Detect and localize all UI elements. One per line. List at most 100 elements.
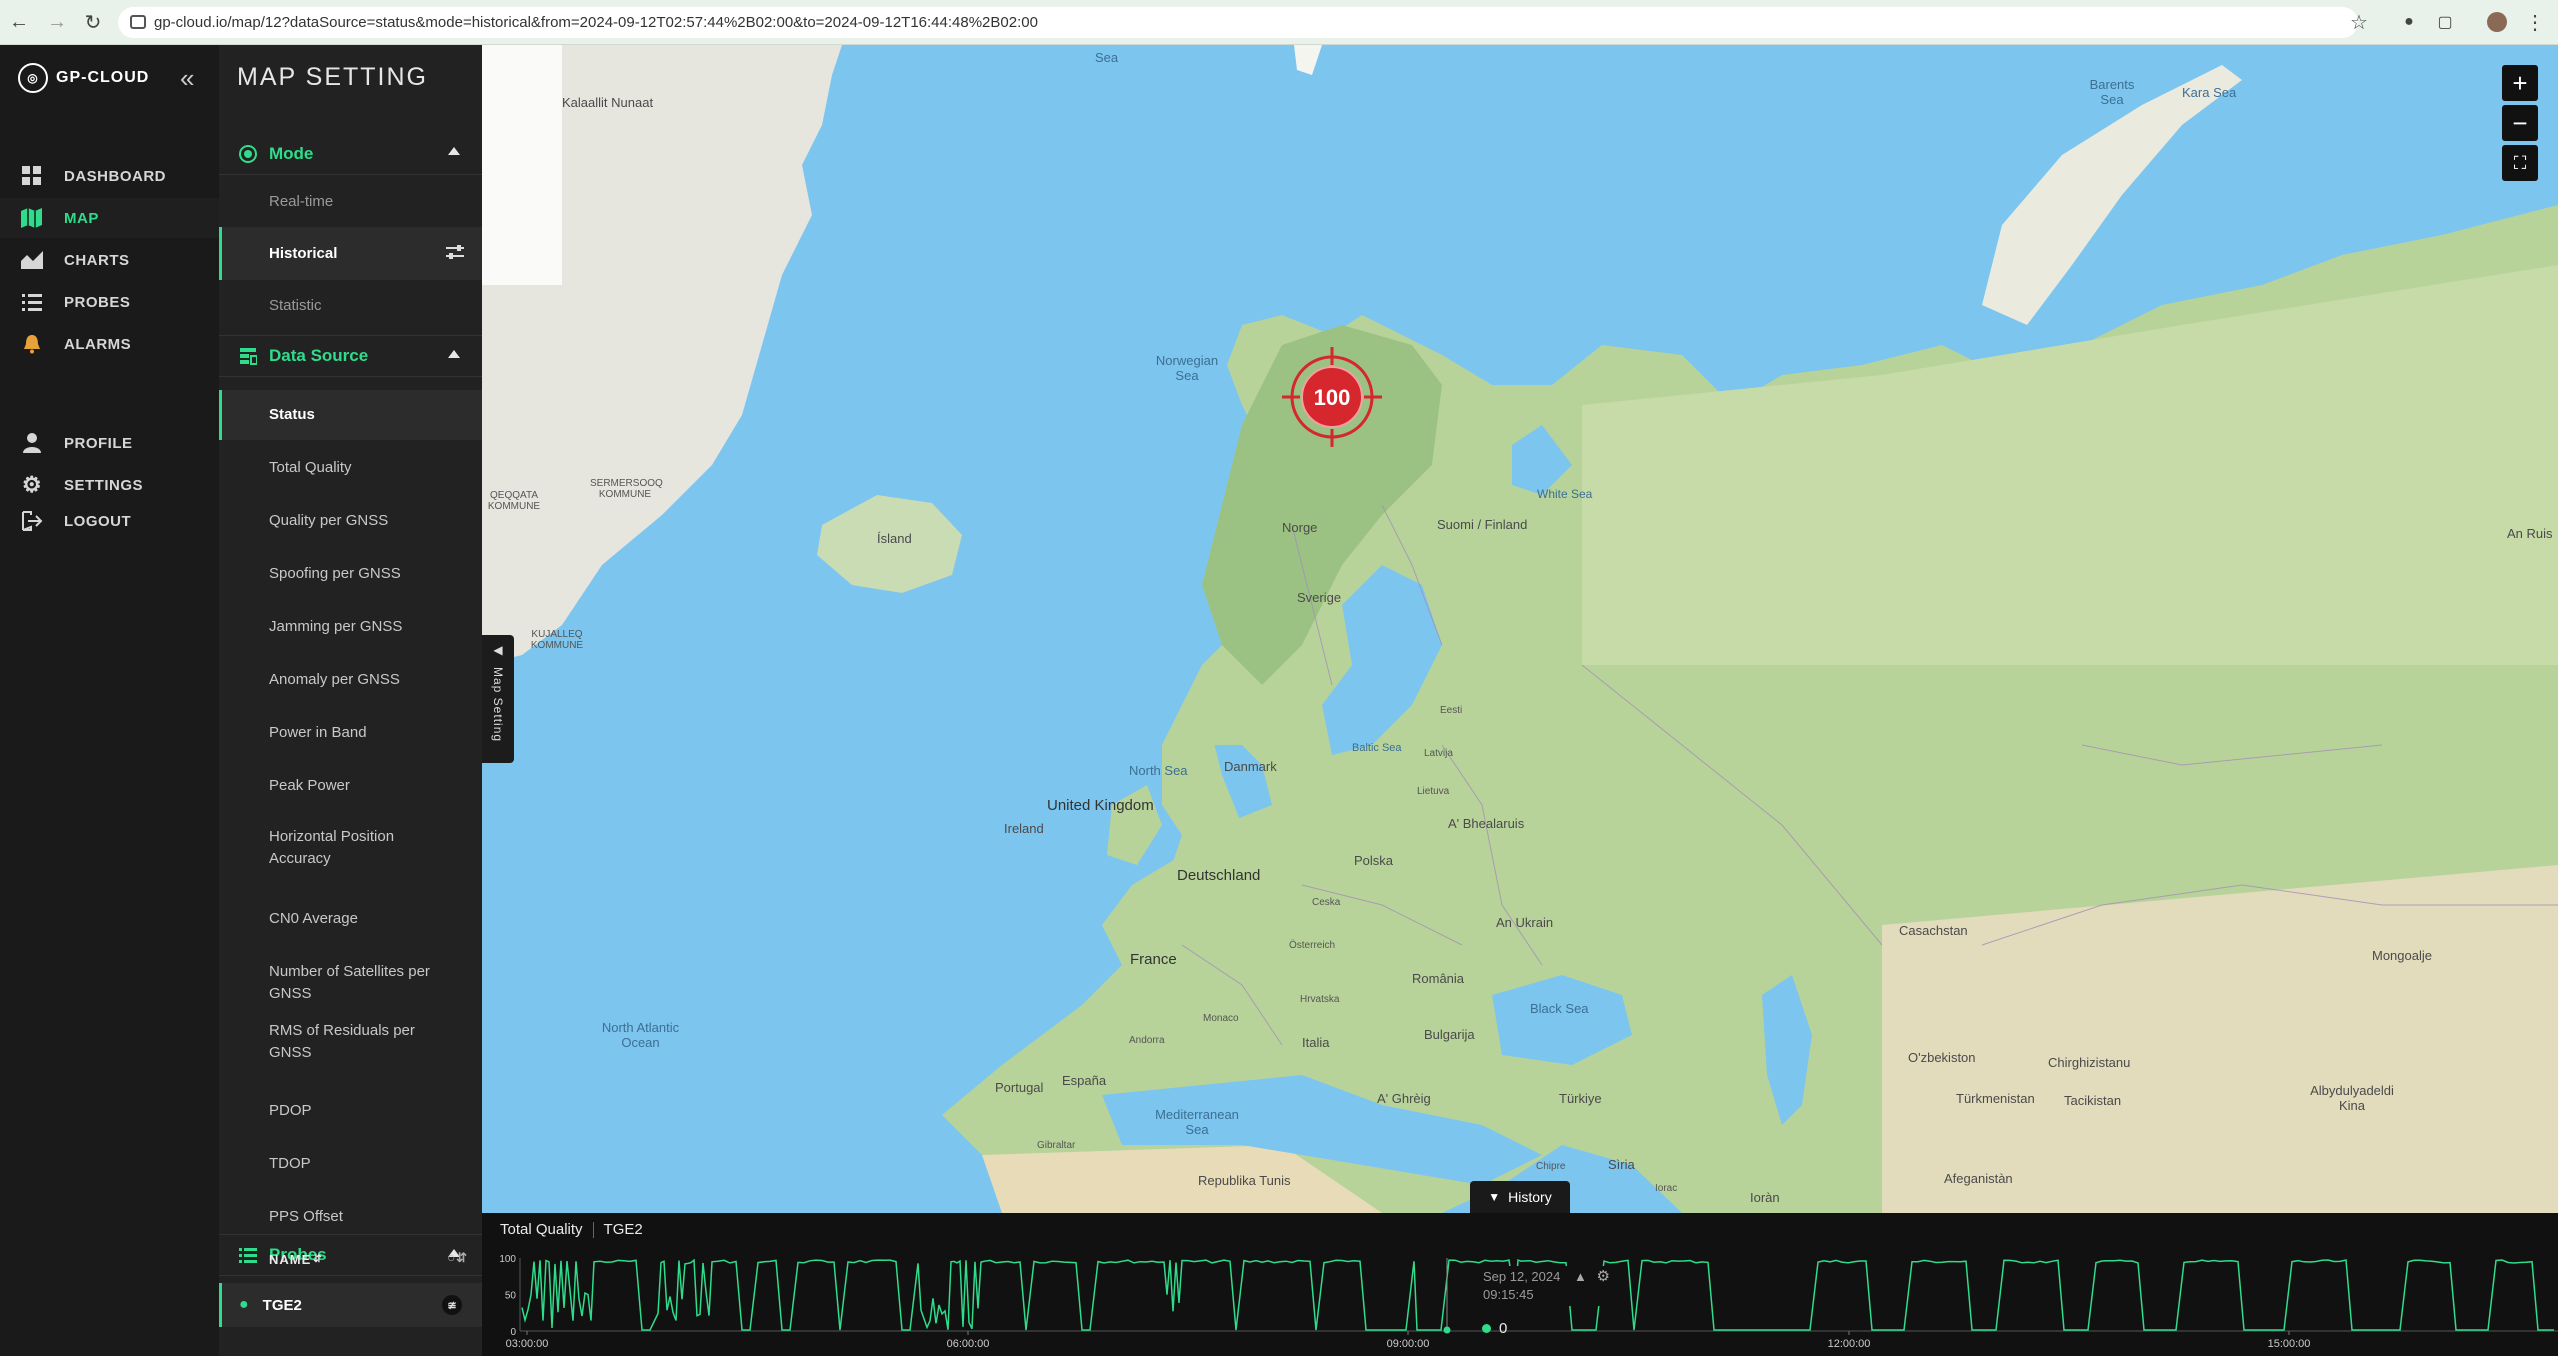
option-label: Power in Band xyxy=(269,724,367,741)
gear-icon: ⚙ xyxy=(21,472,43,497)
nav-item-charts[interactable]: CHARTS xyxy=(0,240,219,280)
datasource-option[interactable]: PDOP xyxy=(219,1086,482,1136)
datasource-option[interactable]: RMS of Residuals per GNSS xyxy=(219,1012,482,1072)
chart-tooltip: Sep 12, 2024 ▲ ⚙ 09:15:45 xyxy=(1479,1266,1614,1306)
mode-option-historical[interactable]: Historical xyxy=(219,227,482,280)
datasource-option[interactable]: Jamming per GNSS xyxy=(219,602,482,652)
app-logo[interactable]: ◎ GP-CLOUD xyxy=(18,63,149,93)
cursor-point xyxy=(1443,1326,1451,1334)
bookmark-star-icon[interactable]: ☆ xyxy=(2344,7,2374,37)
dashboard-icon xyxy=(20,164,44,188)
map-label: An Ruis xyxy=(2507,526,2553,541)
y-tick-label: 100 xyxy=(499,1254,516,1265)
map-label: Deutschland xyxy=(1177,867,1261,884)
reload-icon[interactable]: ↻ xyxy=(78,7,108,37)
chart-type-icon[interactable]: ▲ xyxy=(1574,1269,1587,1284)
x-tick-label: 12:00:00 xyxy=(1828,1338,1871,1350)
option-label: PDOP xyxy=(269,1102,312,1119)
collapse-caret-icon[interactable] xyxy=(448,350,460,358)
datasource-option[interactable]: Number of Satellites per GNSS xyxy=(219,953,482,1013)
probe-list-item[interactable]: ● TGE2 ≇ xyxy=(219,1283,482,1327)
map-label: Barents Sea xyxy=(2089,77,2135,107)
logo-mark-icon: ◎ xyxy=(18,63,48,93)
datasource-option[interactable]: Anomaly per GNSS xyxy=(219,655,482,705)
datasource-option[interactable]: Quality per GNSS xyxy=(219,496,482,546)
gear-icon[interactable]: ⚙ xyxy=(1596,1268,1609,1285)
nav-item-settings[interactable]: ⚙ SETTINGS xyxy=(0,465,219,505)
datasource-option[interactable]: Power in Band xyxy=(219,708,482,758)
map-label: Italia xyxy=(1302,1035,1330,1050)
option-label: Number of Satellites per GNSS xyxy=(269,963,430,1002)
nav-item-map[interactable]: MAP xyxy=(0,198,219,238)
map-label: North Sea xyxy=(1129,763,1188,778)
mode-option-realtime[interactable]: Real-time xyxy=(219,177,482,227)
tooltip-date: Sep 12, 2024 xyxy=(1483,1269,1561,1284)
section-mode-header[interactable]: Mode xyxy=(219,133,482,175)
fullscreen-button[interactable]: ⛶ xyxy=(2502,145,2538,181)
sliders-icon[interactable] xyxy=(446,244,464,267)
map-label: Bulgarija xyxy=(1424,1027,1475,1042)
section-datasource-header[interactable]: Data Source xyxy=(219,335,482,377)
map-label: France xyxy=(1130,951,1177,968)
map-label: Türkmenistan xyxy=(1956,1091,2035,1106)
probe-name: TGE2 xyxy=(262,1296,302,1314)
datasource-option[interactable]: Horizontal Position Accuracy xyxy=(219,818,482,878)
option-label: Jamming per GNSS xyxy=(269,618,403,635)
datasource-option[interactable]: Spoofing per GNSS xyxy=(219,549,482,599)
collapse-sidebar-icon[interactable]: « xyxy=(180,63,194,94)
map-label: Norwegian Sea xyxy=(1155,353,1219,383)
back-icon[interactable]: ← xyxy=(4,7,34,37)
map-label: Kalaallit Nunaat xyxy=(562,95,654,110)
tab-label: Map Setting xyxy=(491,667,505,743)
nav-label: PROFILE xyxy=(64,434,133,452)
status-sort-icon[interactable]: ○⇵ xyxy=(447,1250,468,1266)
more-menu-icon[interactable]: ⋮ xyxy=(2520,7,2550,37)
option-label: Status xyxy=(269,406,315,423)
extensions-icon[interactable]: ▢ xyxy=(2430,7,2460,37)
probes-column-header[interactable]: NAME ⇵ ○⇵ xyxy=(219,1237,482,1282)
map-label: Afeganistàn xyxy=(1944,1171,2013,1186)
map-label: QEQQATA KOMMUNE xyxy=(487,490,541,512)
datasource-option[interactable]: CN0 Average xyxy=(219,896,482,942)
map-canvas[interactable]: Kalaallit Nunaat Barents Sea Kara Sea No… xyxy=(482,45,2558,1213)
collapse-caret-icon[interactable] xyxy=(448,147,460,155)
nav-label: LOGOUT xyxy=(64,512,132,530)
map-label: Sverige xyxy=(1297,590,1342,605)
map-label: White Sea xyxy=(1537,487,1593,501)
nav-item-logout[interactable]: LOGOUT xyxy=(0,501,219,541)
datasource-option[interactable]: Total Quality xyxy=(219,443,482,493)
zoom-out-button[interactable]: − xyxy=(2502,105,2538,141)
microphone-icon[interactable]: ● xyxy=(2394,7,2424,37)
option-label: Statistic xyxy=(269,297,322,314)
divider xyxy=(592,1221,594,1238)
zoom-in-button[interactable]: + xyxy=(2502,65,2538,101)
history-toggle-button[interactable]: ▼ History xyxy=(1470,1181,1570,1213)
nav-item-dashboard[interactable]: DASHBOARD xyxy=(0,156,219,196)
map-label: SERMERSOOQ KOMMUNE xyxy=(590,478,663,500)
forward-icon[interactable]: → xyxy=(42,7,72,37)
map-label: Lietuva xyxy=(1417,786,1450,797)
datasource-option[interactable]: Peak Power xyxy=(219,761,482,811)
probe-marker[interactable]: 100 xyxy=(1282,347,1382,447)
option-label: Quality per GNSS xyxy=(269,512,389,529)
section-label: Mode xyxy=(269,143,314,163)
map-label: Andorra xyxy=(1129,1035,1165,1046)
map-label: O'zbekiston xyxy=(1908,1050,1976,1065)
sort-icon[interactable]: ⇵ xyxy=(313,1254,322,1265)
nav-item-alarms[interactable]: ALARMS xyxy=(0,324,219,364)
section-label: Data Source xyxy=(269,346,369,365)
map-controls: + − ⛶ xyxy=(2502,65,2538,181)
map-setting-toggle-tab[interactable]: ◀ Map Setting xyxy=(482,635,514,763)
series-dot xyxy=(1482,1324,1491,1333)
profile-avatar[interactable] xyxy=(2482,7,2512,37)
map-label: Iorac xyxy=(1655,1183,1678,1194)
nav-item-probes[interactable]: PROBES xyxy=(0,282,219,322)
datasource-option-status[interactable]: Status xyxy=(219,390,482,440)
logo-text: GP-CLOUD xyxy=(56,69,150,86)
site-info-icon[interactable] xyxy=(130,15,146,29)
chart-probe-label: TGE2 xyxy=(603,1221,643,1238)
nav-item-profile[interactable]: PROFILE xyxy=(0,423,219,463)
address-bar[interactable]: gp-cloud.io/map/12?dataSource=status&mod… xyxy=(118,7,2358,38)
datasource-option[interactable]: TDOP xyxy=(219,1139,482,1189)
mode-option-statistic[interactable]: Statistic xyxy=(219,281,482,331)
